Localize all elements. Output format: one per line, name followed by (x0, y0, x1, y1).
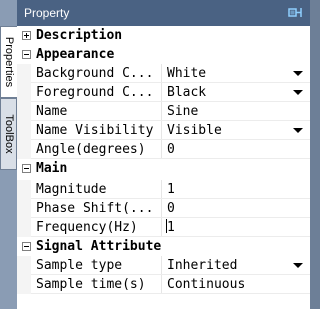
panel-title: Property (24, 6, 70, 20)
property-name: Frequency(Hz) (36, 220, 138, 235)
property-name: Background C... (36, 66, 154, 81)
property-row-angle[interactable]: Angle(degrees) 0 (17, 140, 310, 159)
panel-titlebar: Property (17, 0, 310, 26)
dropdown-arrow-icon[interactable] (293, 263, 303, 268)
property-value[interactable]: Inherited (167, 256, 237, 275)
tab-properties-label: Properties (3, 36, 15, 88)
collapse-icon[interactable] (22, 242, 31, 251)
property-value[interactable]: Black (167, 83, 206, 102)
property-row-background-color[interactable]: Background C... White (17, 64, 310, 83)
property-name: Name Visibility (36, 123, 154, 138)
property-row-foreground-color[interactable]: Foreground C... Black (17, 83, 310, 102)
property-value-editing[interactable]: 1 (166, 218, 175, 237)
property-name: Phase Shift(... (36, 201, 154, 216)
property-name: Sample time(s) (36, 277, 146, 292)
tab-toolbox[interactable]: ToolBox (0, 98, 17, 170)
property-name: Sample type (36, 258, 123, 273)
collapse-icon[interactable] (22, 50, 31, 59)
property-grid: Description Appearance Background C... W… (17, 26, 310, 309)
property-value[interactable]: 1 (167, 180, 175, 199)
property-value[interactable]: Visible (167, 121, 222, 140)
property-row-name[interactable]: Name Sine (17, 102, 310, 121)
expand-icon[interactable] (22, 31, 31, 40)
collapse-icon[interactable] (22, 164, 31, 173)
property-row-name-visibility[interactable]: Name Visibility Visible (17, 121, 310, 140)
property-panel: Properties ToolBox Property Description … (0, 0, 310, 309)
property-row-magnitude[interactable]: Magnitude 1 (17, 180, 310, 199)
property-value[interactable]: 0 (167, 199, 175, 218)
pin-icon[interactable] (287, 5, 303, 21)
property-value[interactable]: Continuous (167, 275, 245, 294)
category-appearance[interactable]: Appearance (17, 45, 310, 64)
category-label: Signal Attribute (36, 239, 162, 254)
property-value[interactable]: 0 (167, 140, 175, 159)
dropdown-arrow-icon[interactable] (293, 128, 303, 133)
category-label: Main (36, 161, 68, 176)
property-value[interactable]: Sine (167, 102, 198, 121)
dropdown-arrow-icon[interactable] (293, 90, 303, 95)
property-name: Angle(degrees) (36, 142, 146, 157)
property-row-sample-time[interactable]: Sample time(s) Continuous (17, 275, 310, 294)
tab-toolbox-label: ToolBox (2, 114, 15, 154)
category-description[interactable]: Description (17, 26, 310, 45)
property-value[interactable]: White (167, 64, 206, 83)
property-name: Name (36, 104, 68, 119)
category-main[interactable]: Main (17, 159, 310, 178)
category-signal-attribute[interactable]: Signal Attribute (17, 237, 310, 256)
category-label: Description (36, 28, 123, 43)
property-name: Magnitude (36, 182, 107, 197)
property-row-phase-shift[interactable]: Phase Shift(... 0 (17, 199, 310, 218)
property-row-sample-type[interactable]: Sample type Inherited (17, 256, 310, 275)
dropdown-arrow-icon[interactable] (293, 71, 303, 76)
tab-properties[interactable]: Properties (0, 26, 17, 98)
property-name: Foreground C... (36, 85, 154, 100)
property-row-frequency[interactable]: Frequency(Hz) 1 (17, 218, 310, 237)
property-value: 1 (167, 220, 175, 235)
category-label: Appearance (36, 47, 115, 62)
